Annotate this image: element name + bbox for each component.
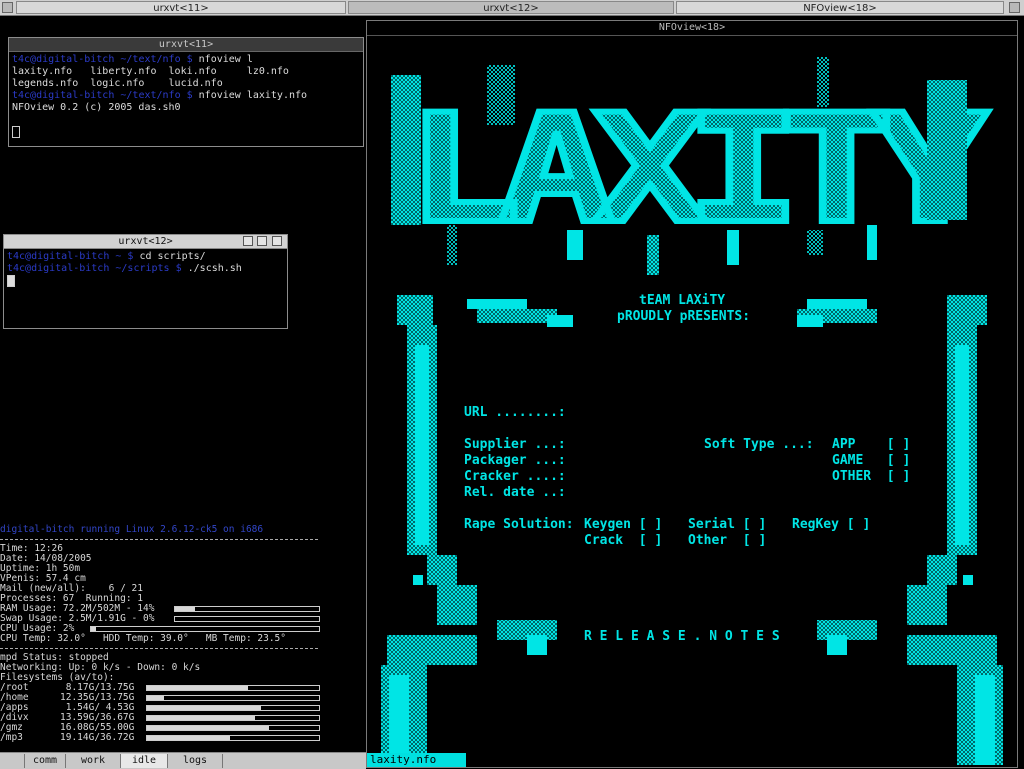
tab-work[interactable]: work: [66, 754, 121, 768]
terminal-line: t4c@digital-bitch ~/scripts $ ./scsh.sh: [7, 263, 284, 275]
top-tab-bar: urxvt<11> urxvt<12> NFOview<18>: [0, 0, 1024, 16]
option-crack: Crack [ ]: [584, 533, 663, 548]
terminal-line: laxity.nfo liberty.nfo loki.nfo lz0.nfo: [12, 66, 289, 77]
field-cracker: Cracker ....:: [464, 469, 566, 484]
filesystem-row: /apps 1.54G/ 4.53G: [0, 703, 330, 713]
intro-line-2: pROUDLY pRESENTS:: [617, 309, 751, 324]
terminal-window-11[interactable]: urxvt<11> t4c@digital-bitch ~/text/nfo $…: [8, 37, 364, 147]
fs-bar: [146, 725, 320, 731]
ram-bar-fill: [175, 607, 196, 611]
system-monitor: digital-bitch running Linux 2.6.12-ck5 o…: [0, 525, 330, 743]
prompt-user: t4c@digital-bitch: [12, 54, 115, 65]
option-keygen: Keygen [ ]: [584, 517, 663, 532]
fs-bar: [146, 695, 320, 701]
bottom-tab-bar: comm work idle logs: [0, 752, 366, 769]
maximize-icon[interactable]: [257, 236, 267, 246]
window-title[interactable]: urxvt<12>: [4, 235, 287, 249]
ram-bar: [174, 606, 320, 612]
filesystems-list: /root 8.17G/13.75G/home 12.35G/13.75G/app…: [0, 683, 330, 743]
fs-mount: /mp3: [0, 732, 23, 743]
field-reldate: Rel. date ..:: [464, 485, 566, 500]
fs-usage: 19.14G/36.72G: [60, 732, 135, 743]
option-regkey: RegKey [ ]: [792, 517, 871, 532]
cpu-bar: [90, 626, 320, 632]
field-rape-solution: Rape Solution:: [464, 517, 574, 532]
fs-header: Filesystems (av/to):: [0, 672, 115, 683]
conky-header: digital-bitch running Linux 2.6.12-ck5 o…: [0, 524, 264, 535]
tab-idle[interactable]: idle: [121, 754, 168, 768]
intro-line-1: tEAM LAXiTY: [639, 293, 726, 308]
terminal-line: legends.nfo logic.nfo lucid.nfo: [12, 78, 223, 89]
filesystem-row: /divx 13.59G/36.67G: [0, 713, 330, 723]
terminal-line: t4c@digital-bitch ~ $ cd scripts/: [7, 251, 284, 263]
fs-bar-fill: [147, 686, 249, 690]
tab-urxvt-11[interactable]: urxvt<11>: [16, 1, 346, 14]
option-other: Other [ ]: [688, 533, 767, 548]
tab-urxvt-12[interactable]: urxvt<12>: [348, 1, 674, 14]
bottom-bar-icon[interactable]: [0, 754, 25, 768]
window-title[interactable]: urxvt<11>: [9, 38, 363, 52]
fs-bar-fill: [147, 726, 270, 730]
tab-comm[interactable]: comm: [25, 754, 66, 768]
field-packager: Packager ...:: [464, 453, 566, 468]
filesystem-row: /root 8.17G/13.75G: [0, 683, 330, 693]
tab-nfoview-18[interactable]: NFOview<18>: [676, 1, 1004, 14]
window-title[interactable]: NFOview<18>: [367, 21, 1017, 36]
nfo-ascii-art: LAXITY: [381, 57, 1009, 765]
prompt-user: t4c@digital-bitch: [7, 251, 110, 262]
command: nfoview laxity.nfo: [198, 90, 308, 101]
fs-bar: [146, 705, 320, 711]
prompt-path: ~/text/nfo $: [114, 90, 199, 101]
nfo-status-filename: laxity.nfo: [367, 753, 466, 767]
filesystem-row: /gmz 16.08G/55.00G: [0, 723, 330, 733]
command: ./scsh.sh: [187, 263, 242, 274]
minimize-icon[interactable]: [243, 236, 253, 246]
nfo-content[interactable]: LAXITY tEAM LAXiTY pROUDLY pRESENTS: URL…: [367, 35, 1017, 767]
cursor: [12, 126, 20, 138]
fs-bar: [146, 715, 320, 721]
type-app: APP [ ]: [832, 437, 911, 452]
tab-logs[interactable]: logs: [168, 754, 223, 768]
prompt-path: ~ $: [109, 251, 140, 262]
swap-bar: [174, 616, 320, 622]
field-supplier: Supplier ...:: [464, 437, 566, 452]
fs-bar-fill: [147, 696, 165, 700]
command: cd scripts/: [139, 251, 206, 262]
prompt-path: ~/scripts $: [109, 263, 188, 274]
filesystem-row: /home 12.35G/13.75G: [0, 693, 330, 703]
prompt-user: t4c@digital-bitch: [12, 90, 115, 101]
cpu-bar-fill: [91, 627, 96, 631]
menu-icon[interactable]: [2, 2, 13, 13]
field-soft-type: Soft Type ...:: [704, 437, 814, 452]
window-title-text: urxvt<12>: [118, 236, 173, 247]
terminal-line: t4c@digital-bitch ~/text/nfo $ nfoview l: [12, 54, 360, 66]
field-url: URL ........:: [464, 405, 566, 420]
release-notes-heading: R E L E A S E . N O T E S: [584, 629, 780, 644]
nfoview-window[interactable]: NFOview<18> LAXITY tEAM LAXiTY pROUDLY p…: [366, 20, 1018, 768]
laxity-logo: LAXITY: [391, 57, 1009, 275]
close-icon[interactable]: [272, 236, 282, 246]
command: nfoview l: [198, 54, 253, 65]
type-game: GAME [ ]: [832, 453, 911, 468]
close-icon[interactable]: [1009, 2, 1020, 13]
terminal-window-12[interactable]: urxvt<12> t4c@digital-bitch ~ $ cd scrip…: [3, 234, 288, 329]
prompt-path: ~/text/nfo $: [114, 54, 199, 65]
cursor: [7, 275, 15, 287]
divider: [0, 539, 318, 540]
prompt-user: t4c@digital-bitch: [7, 263, 110, 274]
option-serial: Serial [ ]: [688, 517, 767, 532]
type-other: OTHER [ ]: [832, 469, 911, 484]
terminal-line: NFOview 0.2 (c) 2005 das.sh0: [12, 102, 181, 113]
fs-bar: [146, 735, 320, 741]
fs-bar-fill: [147, 716, 256, 720]
terminal-output[interactable]: t4c@digital-bitch ~/text/nfo $ nfoview l…: [9, 52, 363, 140]
terminal-line: t4c@digital-bitch ~/text/nfo $ nfoview l…: [12, 90, 360, 102]
temps-text: CPU Temp: 32.0° HDD Temp: 39.0° MB Temp:…: [0, 633, 286, 644]
fs-bar-fill: [147, 706, 261, 710]
fs-bar-fill: [147, 736, 230, 740]
terminal-output[interactable]: t4c@digital-bitch ~ $ cd scripts/t4c@dig…: [4, 249, 287, 289]
divider: [0, 648, 318, 649]
fs-bar: [146, 685, 320, 691]
filesystem-row: /mp3 19.14G/36.72G: [0, 733, 330, 743]
